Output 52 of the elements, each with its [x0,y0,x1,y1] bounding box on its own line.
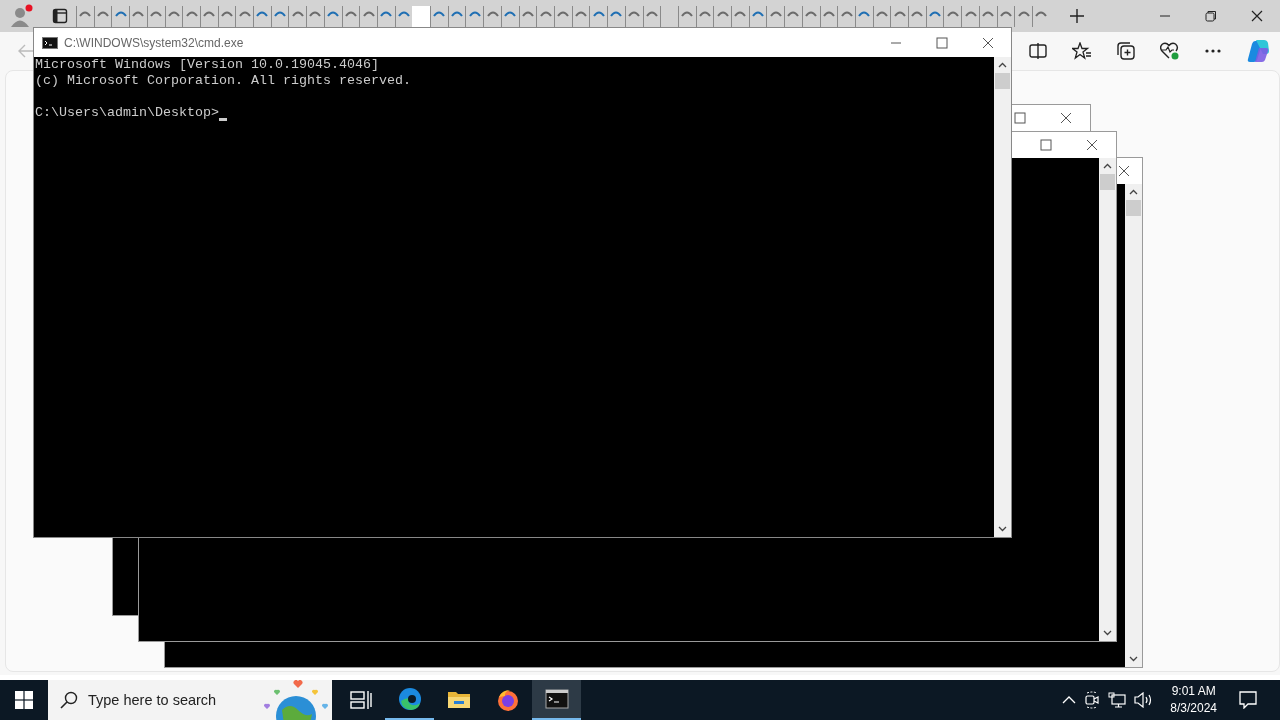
chevron-down-icon[interactable] [998,526,1007,532]
chevron-down-icon[interactable] [1129,656,1138,662]
terminal-icon [544,689,569,709]
chevron-up-icon[interactable] [1103,163,1112,169]
camera-icon[interactable] [1084,691,1101,709]
chevron-up-icon[interactable] [1129,189,1138,195]
health-heart-icon[interactable] [1160,42,1180,60]
collections-icon[interactable] [1117,42,1135,60]
chevron-down-icon[interactable] [1103,630,1112,636]
window-title: C:\WINDOWS\system32\cmd.exe [64,35,244,50]
network-icon[interactable] [1108,692,1127,708]
fox-logo-icon [495,688,520,712]
scrollbar[interactable] [994,57,1011,537]
search-field[interactable]: Type here to search [86,691,240,709]
maximize-icon[interactable] [1040,139,1052,151]
scrollbar[interactable] [1125,184,1142,667]
task-view-icon [349,690,372,710]
text-cursor [218,118,227,121]
search-icon [60,691,78,709]
split-screen-icon[interactable] [1029,43,1047,59]
more-icon[interactable] [1205,49,1221,53]
chevron-up-icon[interactable] [998,62,1007,68]
console-icon [42,36,58,49]
swirl-logo-icon [397,687,422,711]
terminal-app-button[interactable] [532,680,581,720]
maximize-icon[interactable] [936,36,948,49]
favorites-icon[interactable] [1072,42,1092,60]
notifications-icon[interactable] [1239,691,1257,709]
command-prompt: C:\Users\admin\Desktop> [35,105,219,121]
maximize-icon[interactable] [1014,112,1026,124]
tab-actions-icon[interactable] [52,8,68,24]
console-output: (c) Microsoft Corporation. All rights reserved. [35,73,411,89]
close-icon[interactable] [1118,165,1130,177]
console-output: Microsoft Windows [Version 10.0.19045.4046] [35,57,379,73]
scrollbar-thumb[interactable] [1126,200,1141,216]
new-tab-icon[interactable] [1070,9,1084,23]
browser-tab[interactable] [1031,6,1050,27]
scrollbar[interactable] [1099,158,1116,641]
scrollbar-thumb[interactable] [1100,174,1115,190]
profile-icon[interactable] [10,4,34,28]
scrollbar-thumb[interactable] [995,73,1010,89]
close-icon[interactable] [1251,10,1263,22]
start-icon[interactable] [15,691,33,709]
folder-icon [446,690,471,710]
copilot-icon[interactable] [1246,39,1270,63]
browser-tab[interactable] [1014,6,1032,27]
restore-icon[interactable] [1205,10,1217,22]
clock[interactable]: 9:01 AM 8/3/2024 [1170,683,1217,717]
close-icon[interactable] [982,36,994,49]
back-arrow-icon[interactable] [18,44,34,58]
close-icon[interactable] [1086,139,1098,151]
close-icon[interactable] [1060,112,1072,124]
